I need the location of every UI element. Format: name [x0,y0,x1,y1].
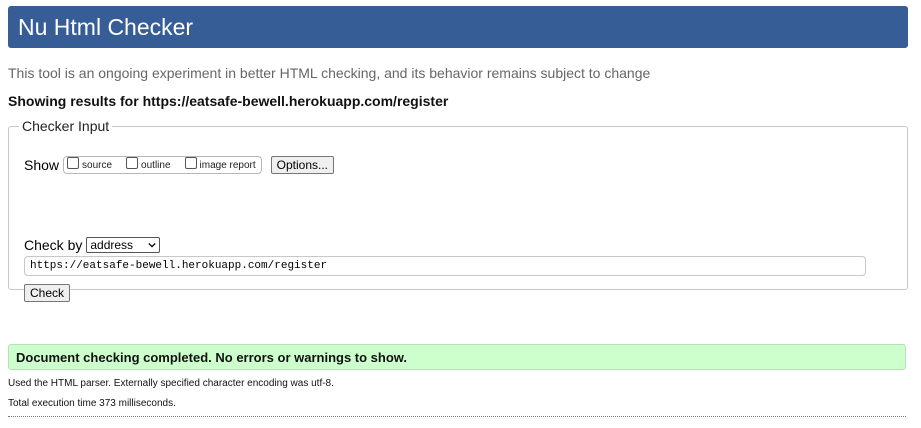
show-label: Show [24,157,60,173]
image-report-checkbox[interactable] [184,157,197,169]
execution-time: Total execution time 373 milliseconds. [8,398,176,409]
page-header: Nu Html Checker [8,6,908,48]
show-options-group: source outline image report [63,156,262,174]
success-message: Document checking completed. No errors o… [8,344,906,370]
show-options-row: Show source outline image report Options… [24,156,335,174]
show-source-option[interactable]: source [67,157,113,171]
url-input[interactable]: https://eatsafe-bewell.herokuapp.com/reg… [24,256,866,276]
check-by-selected-value: address [90,238,134,252]
outline-label: outline [141,159,171,171]
check-by-row: Check by address [24,237,161,253]
check-button[interactable]: Check [24,284,71,302]
dotted-divider [8,416,906,417]
check-button-wrap: Check [24,284,71,302]
checker-input-legend: Checker Input [22,118,110,134]
options-button[interactable]: Options... [270,156,335,174]
source-label: source [82,159,113,171]
parser-info: Used the HTML parser. Externally specifi… [8,378,334,389]
show-image-report-option[interactable]: image report [184,157,256,171]
source-checkbox[interactable] [67,157,80,169]
showing-results-heading: Showing results for https://eatsafe-bewe… [8,93,449,109]
page-title: Nu Html Checker [18,14,194,40]
show-outline-option[interactable]: outline [126,157,171,171]
check-by-select[interactable]: address [86,237,161,253]
tagline: This tool is an ongoing experiment in be… [8,65,651,81]
chevron-down-icon [148,242,157,248]
image-report-label: image report [199,159,256,171]
check-by-label: Check by [24,237,83,253]
checker-input-fieldset: Checker Input Show source outline image … [8,118,908,302]
outline-checkbox[interactable] [126,157,139,169]
